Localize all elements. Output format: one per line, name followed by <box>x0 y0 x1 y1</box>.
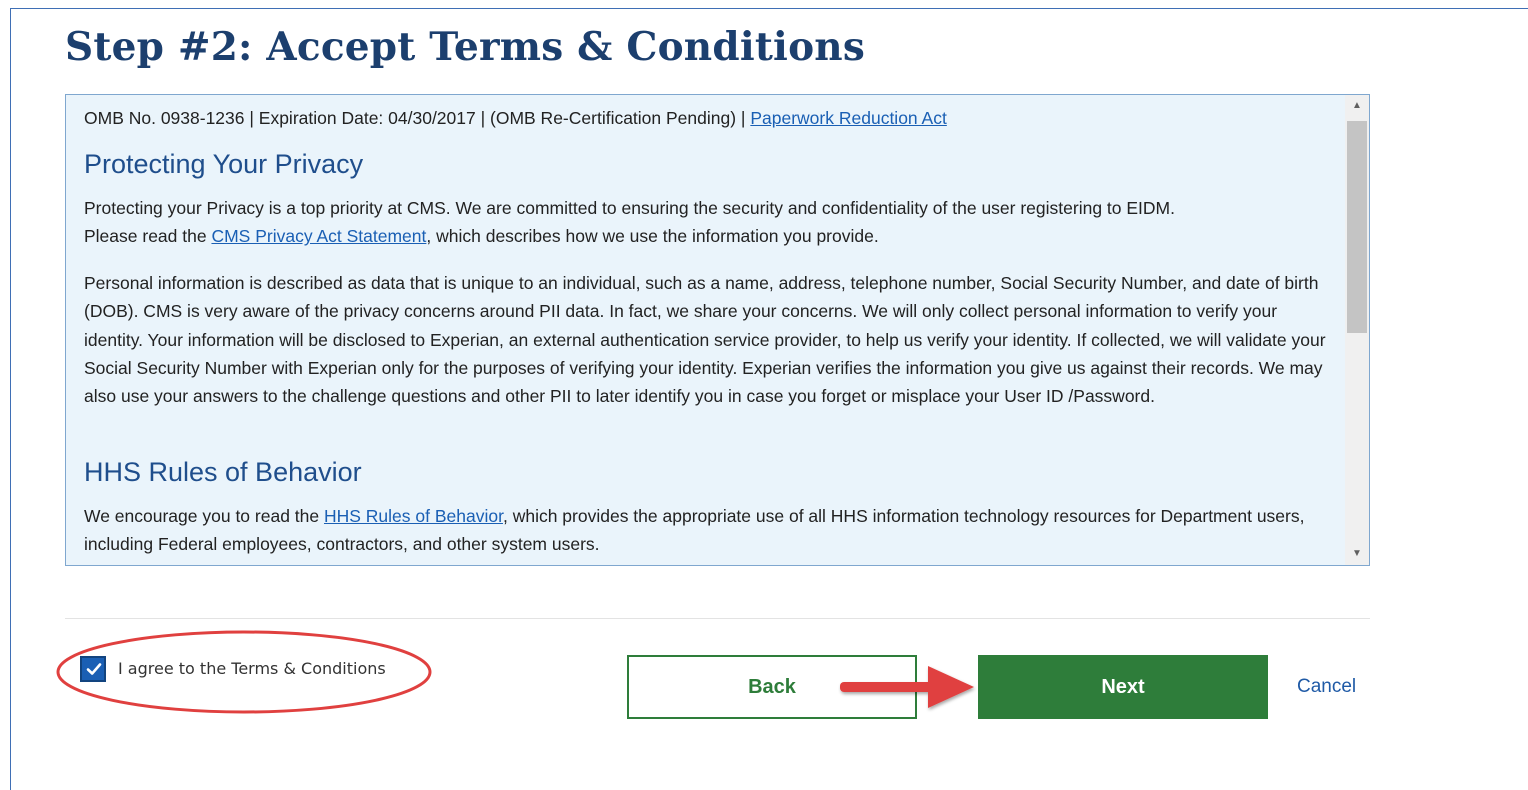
agree-checkbox[interactable] <box>80 656 106 682</box>
privacy-heading: Protecting Your Privacy <box>84 149 364 179</box>
hhs-heading: HHS Rules of Behavior <box>84 457 362 487</box>
hhs-paragraph: We encourage you to read the HHS Rules o… <box>84 502 1334 559</box>
privacy-paragraph-1-pre: Please read the <box>84 226 212 247</box>
scroll-down-icon[interactable]: ▼ <box>1345 543 1369 565</box>
next-button[interactable]: Next <box>978 655 1268 719</box>
hhs-paragraph-pre: We encourage you to read the <box>84 506 324 526</box>
cms-privacy-act-link[interactable]: CMS Privacy Act Statement <box>211 226 426 246</box>
privacy-paragraph-2: Personal information is described as dat… <box>84 273 1326 407</box>
agree-label[interactable]: I agree to the Terms & Conditions <box>118 659 386 678</box>
privacy-paragraph-1-line1: Protecting your Privacy is a top priorit… <box>84 198 1175 218</box>
terms-box[interactable]: OMB No. 0938-1236 | Expiration Date: 04/… <box>65 94 1370 566</box>
back-button[interactable]: Back <box>627 655 917 719</box>
terms-scrollbar[interactable]: ▲ ▼ <box>1345 95 1369 565</box>
scroll-up-icon[interactable]: ▲ <box>1345 95 1369 117</box>
paperwork-reduction-act-link[interactable]: Paperwork Reduction Act <box>750 108 947 128</box>
page-title: Step #2: Accept Terms & Conditions <box>65 24 865 70</box>
checkmark-icon <box>86 663 102 675</box>
cancel-link[interactable]: Cancel <box>1297 676 1356 698</box>
scroll-thumb[interactable] <box>1347 121 1367 333</box>
privacy-paragraph-1: Protecting your Privacy is a top priorit… <box>84 194 1334 251</box>
omb-text: OMB No. 0938-1236 | Expiration Date: 04/… <box>84 108 751 128</box>
hhs-rules-link[interactable]: HHS Rules of Behavior <box>324 506 503 526</box>
omb-notice: OMB No. 0938-1236 | Expiration Date: 04/… <box>84 108 947 129</box>
privacy-paragraph-1-post: , which describes how we use the informa… <box>426 226 879 247</box>
divider <box>65 618 1370 619</box>
